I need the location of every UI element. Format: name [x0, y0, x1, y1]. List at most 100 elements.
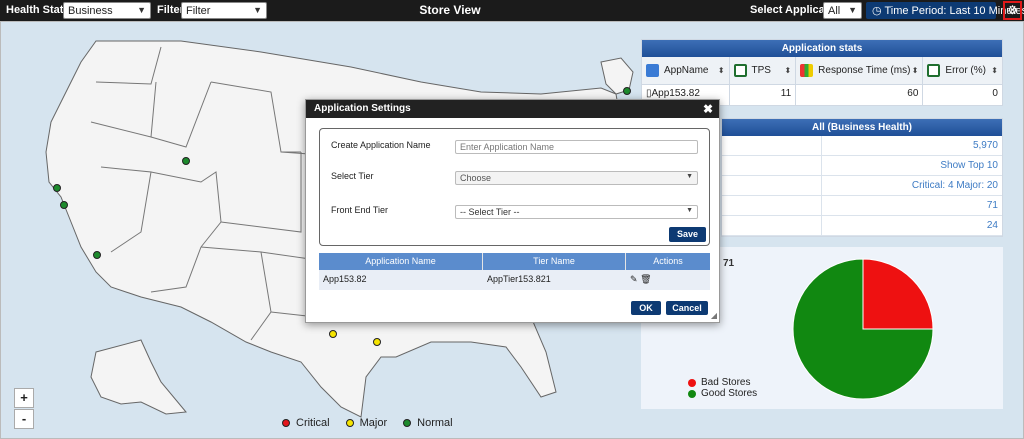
front-end-tier-label: Front End Tier [331, 205, 389, 215]
business-health-title: All (Business Health) [722, 119, 1002, 136]
legend-item-normal: Normal [403, 417, 453, 429]
pie-slice-bad-stores[interactable] [862, 258, 934, 330]
store-marker[interactable] [182, 157, 190, 165]
application-stats-title: Application stats [642, 40, 1002, 57]
dialog-title: Application Settings [314, 103, 411, 114]
column-label: Error (%) [945, 65, 986, 76]
legend-label: Bad Stores [701, 377, 751, 388]
edit-icon[interactable]: ✎ [630, 274, 638, 284]
alaska-shape [90, 339, 187, 415]
store-marker[interactable] [623, 87, 631, 95]
health-value[interactable]: 5,970 [822, 136, 1002, 155]
resize-handle-icon[interactable]: ◢ [711, 311, 717, 320]
application-stats-header: AppName ⬍ TPS ⬍ Response Time (ms) ⬍ Err… [642, 57, 1002, 85]
clock-icon: ◷ [872, 5, 882, 17]
sort-icon: ⬍ [717, 66, 725, 75]
health-value[interactable]: 71 [822, 196, 1002, 215]
cancel-button[interactable]: Cancel [666, 301, 708, 315]
store-marker[interactable] [329, 330, 337, 338]
trash-icon[interactable]: 🗑 [640, 274, 651, 284]
cell-tier-name: AppTier153.821 [487, 274, 551, 284]
select-application-dropdown[interactable]: All ▼ [823, 2, 862, 19]
column-tps[interactable]: TPS ⬍ [730, 57, 797, 84]
top-toolbar: Health Status Business ▼ Filter Filter ▼… [0, 0, 1024, 21]
column-appname[interactable]: AppName ⬍ [642, 57, 730, 84]
legend-label: Major [359, 417, 388, 429]
column-label: Response Time (ms) [818, 65, 911, 76]
list-item: 24 [722, 216, 1002, 236]
ok-button[interactable]: OK [631, 301, 661, 315]
tps-icon [733, 64, 747, 77]
table-row[interactable]: App153.82 AppTier153.821 ✎ 🗑 [319, 270, 710, 290]
bar-chart-icon [800, 64, 814, 77]
business-health-panel: All (Business Health) 5,970 Show Top 10 … [721, 118, 1003, 237]
map-legend: Critical Major Normal [282, 417, 453, 429]
store-marker[interactable] [373, 338, 381, 346]
zoom-in-button[interactable]: + [14, 388, 34, 408]
column-tier-name[interactable]: Tier Name [483, 253, 626, 270]
sort-icon: ⬍ [991, 66, 998, 75]
tiers-table-header: Application Name Tier Name Actions [319, 253, 710, 270]
bad-stores-dot-icon [688, 378, 696, 387]
application-stats-panel: Application stats AppName ⬍ TPS ⬍ Respon… [641, 39, 1003, 106]
column-label: TPS [751, 65, 771, 76]
cell-actions: ✎ 🗑 [626, 270, 710, 290]
front-end-tier-dropdown[interactable]: -- Select Tier -- ▼ [455, 205, 698, 219]
tiers-table: Application Name Tier Name Actions App15… [319, 253, 710, 290]
app-name-value: App153.82 [651, 88, 700, 99]
good-stores-dot-icon [688, 389, 696, 398]
gear-icon[interactable]: ⚙ [1003, 1, 1022, 20]
pie-legend: Bad Stores Good Stores [688, 377, 757, 399]
application-form: Create Application Name Enter Applicatio… [319, 128, 710, 246]
column-response-time[interactable]: Response Time (ms) ⬍ [796, 57, 924, 84]
zoom-out-button[interactable]: - [14, 409, 34, 429]
column-label: AppName [664, 65, 709, 76]
chevron-down-icon: ▼ [848, 5, 857, 15]
legend-item-good-stores[interactable]: Good Stores [688, 388, 757, 399]
store-marker[interactable] [93, 251, 101, 259]
select-tier-label: Select Tier [331, 171, 374, 181]
dialog-header: Application Settings ✖ [306, 100, 719, 118]
cell-application-name: App153.82 [323, 274, 367, 284]
select-application-value: All [828, 5, 841, 17]
legend-label: Normal [417, 417, 453, 429]
select-tier-value: Choose [460, 173, 492, 183]
front-end-tier-value: -- Select Tier -- [460, 207, 520, 217]
sort-icon: ⬍ [784, 66, 792, 75]
list-item: 71 [722, 196, 1002, 216]
list-item: Critical: 4 Major: 20 [722, 176, 1002, 196]
column-application-name[interactable]: Application Name [319, 253, 483, 270]
chevron-down-icon: ▼ [686, 173, 693, 180]
error-icon [927, 64, 941, 77]
legend-item-bad-stores[interactable]: Bad Stores [688, 377, 757, 388]
list-item: Show Top 10 [722, 156, 1002, 176]
chevron-down-icon: ▼ [686, 207, 693, 214]
cell-tps: 11 [730, 85, 797, 105]
store-marker[interactable] [60, 201, 68, 209]
select-tier-dropdown[interactable]: Choose ▼ [455, 171, 698, 185]
legend-item-critical: Critical [282, 417, 330, 429]
cell-error: 0 [992, 88, 998, 99]
map-area[interactable]: + - Critical Major Normal Application st… [0, 21, 1024, 439]
column-error[interactable]: Error (%) ⬍ [923, 57, 1002, 84]
column-actions: Actions [653, 256, 683, 266]
show-top-link[interactable]: Show Top 10 [822, 156, 1002, 175]
legend-label: Good Stores [701, 388, 758, 399]
health-value[interactable]: 24 [822, 216, 1002, 235]
critical-dot-icon [282, 419, 290, 427]
application-name-input[interactable]: Enter Application Name [455, 140, 698, 154]
legend-label: Critical [296, 417, 330, 429]
close-icon[interactable]: ✖ [703, 102, 713, 116]
legend-item-major: Major [345, 417, 388, 429]
major-dot-icon [345, 419, 354, 427]
health-value[interactable]: Critical: 4 Major: 20 [822, 176, 1002, 195]
time-period-button[interactable]: ◷ Time Period: Last 10 Minutes [866, 2, 1024, 19]
cell-response-time: 60 [796, 85, 924, 105]
application-settings-dialog: Application Settings ✖ Create Applicatio… [305, 99, 720, 323]
save-button[interactable]: Save [669, 227, 706, 242]
store-marker[interactable] [53, 184, 61, 192]
create-app-label: Create Application Name [331, 140, 431, 150]
sort-icon: ⬍ [911, 66, 919, 75]
normal-dot-icon [403, 419, 412, 427]
list-item: 5,970 [722, 136, 1002, 156]
